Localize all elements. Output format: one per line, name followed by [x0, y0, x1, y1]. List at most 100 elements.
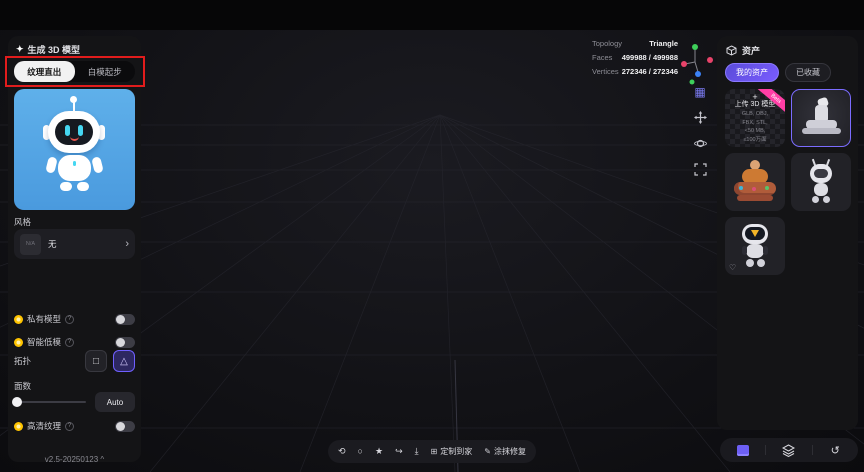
orbit-icon[interactable] [693, 136, 708, 151]
coin-icon [14, 421, 23, 431]
help-icon[interactable]: ? [65, 421, 75, 431]
layers-icon[interactable] [782, 443, 796, 457]
box-glyph [736, 444, 749, 456]
reference-image[interactable] [14, 89, 135, 210]
favorite-heart-icon[interactable]: ♡ [729, 263, 736, 272]
assets-box-icon[interactable] [736, 443, 750, 457]
stat-topology: Topology Triangle [592, 39, 678, 48]
thumb-shape [739, 186, 743, 190]
toggle-knob [116, 314, 125, 324]
fullscreen-icon[interactable] [693, 162, 708, 177]
asset-thumbnail-selected[interactable] [791, 89, 851, 147]
smart-lowpoly-label: 智能低模 [27, 337, 62, 347]
inpaint-repair-button[interactable]: ✎ 涂抹修复 [484, 446, 526, 457]
style-section-label: 风格 [14, 217, 32, 227]
style-thumbnail: N/A [20, 233, 41, 255]
thumb-shape [742, 246, 747, 255]
top-bar [0, 0, 864, 30]
tab-texture-direct[interactable]: 纹理直出 [14, 61, 75, 82]
model-stats: Topology Triangle Faces 499988 / 499988 … [592, 39, 678, 81]
move-icon[interactable] [693, 110, 708, 125]
panel-title-text: 生成 3D 模型 [27, 45, 81, 55]
upload-model-tile[interactable]: + 上传 3D 模型 GLB, OBJ, FBX, STL, <50 MB, ≤… [725, 89, 785, 147]
private-model-toggle[interactable] [115, 313, 135, 325]
robot-arm [91, 156, 104, 174]
history-icon[interactable]: ↺ [828, 443, 842, 457]
stat-value: 272346 / 272346 [621, 67, 678, 76]
divider [811, 445, 813, 455]
assets-title-text: 资产 [742, 46, 761, 56]
version-text: v2.5-20250123 [44, 455, 99, 464]
thumb-shape [765, 186, 769, 190]
tab-white-model[interactable]: 白模起步 [75, 61, 136, 82]
tab-favorites[interactable]: 已收藏 [785, 63, 831, 82]
face-count-slider[interactable] [12, 397, 86, 407]
plus-icon: + [752, 92, 758, 102]
wireframe-icon[interactable]: ○ [358, 447, 363, 456]
asset-thumbnail-visor-robot[interactable]: ♡ [725, 217, 785, 275]
upload-formats-2: FBX, STL, [742, 119, 768, 126]
favorite-star-icon[interactable]: ★ [375, 447, 383, 456]
stat-label: Faces [592, 53, 613, 62]
help-icon[interactable]: ? [65, 337, 75, 347]
generation-panel: ✦ 生成 3D 模型 纹理直出 白模起步 风格 N/A 无 › 私有模型 ? 智… [5, 36, 145, 464]
thumb-shape [814, 169, 828, 178]
style-selector[interactable]: N/A 无 › [14, 229, 135, 259]
upload-formats-1: GLB, OBJ, [741, 111, 769, 117]
version-selector[interactable]: v2.5-20250123 ^ [8, 455, 141, 464]
download-icon[interactable]: ⤓ [415, 447, 419, 456]
slider-handle[interactable] [12, 397, 22, 407]
topology-label: 拓扑 [14, 356, 32, 366]
mode-tabs: 纹理直出 白模起步 [14, 61, 135, 82]
grid-snap-icon[interactable]: ▦ [693, 84, 708, 99]
thumb-shape [746, 244, 764, 258]
assets-panel: 资产 我的资产 已收藏 + 上传 3D 模型 GLB, OBJ, FBX, ST… [717, 36, 858, 430]
stat-faces: Faces 499988 / 499988 [592, 53, 678, 62]
chevron-up-icon: ^ [100, 455, 105, 464]
orientation-gizmo[interactable] [678, 36, 714, 88]
viewport-side-toolbar: ▦ [690, 84, 710, 177]
thumb-shape [823, 196, 830, 203]
stat-vertices: Vertices 272346 / 272346 [592, 67, 678, 76]
custom-print-label: 定制到家 [440, 447, 473, 456]
coin-icon [14, 337, 23, 347]
share-icon[interactable]: ↪ [395, 447, 403, 456]
upload-face-limit: ≤100万面 [743, 136, 767, 143]
gift-box-icon: ⊞ [430, 447, 438, 456]
app-window: Topology Triangle Faces 499988 / 499988 … [0, 0, 864, 472]
help-icon[interactable]: ? [65, 314, 75, 324]
hd-texture-row: 高清纹理 ? [14, 419, 135, 433]
box-icon [726, 45, 737, 56]
topology-quad-button[interactable]: □ [85, 350, 107, 372]
thumb-shape [802, 128, 841, 134]
upload-size-limit: <50 MB, [744, 128, 766, 134]
coin-icon [14, 314, 23, 324]
toggle-knob [116, 421, 125, 431]
robot-foot [77, 182, 89, 191]
topology-triangle-button[interactable]: △ [113, 350, 135, 372]
thumb-shape [746, 259, 754, 267]
tab-my-assets[interactable]: 我的资产 [725, 63, 779, 82]
auto-button[interactable]: Auto [95, 392, 135, 412]
asset-thumbnail-buddha[interactable] [725, 153, 785, 211]
hd-texture-toggle[interactable] [115, 420, 135, 432]
private-model-label: 私有模型 [27, 314, 62, 324]
assets-bottom-toolbar: ↺ [720, 438, 858, 462]
hd-texture-label: 高清纹理 [27, 421, 62, 431]
stat-label: Topology [592, 39, 623, 48]
smart-lowpoly-toggle[interactable] [115, 336, 135, 348]
robot-face [55, 119, 93, 145]
robot-antenna-ball [70, 96, 77, 103]
robot-body [58, 155, 91, 181]
custom-print-button[interactable]: ⊞ 定制到家 [431, 446, 473, 457]
turntable-icon[interactable]: ⟲ [338, 447, 346, 456]
asset-thumbnail-robot[interactable] [791, 153, 851, 211]
inpaint-repair-label: 涂抹修复 [494, 447, 526, 456]
stat-label: Vertices [592, 67, 619, 76]
robot-foot [60, 182, 72, 191]
assets-title: 资产 [726, 44, 760, 57]
smart-lowpoly-row: 智能低模 ? [14, 335, 135, 349]
thumb-shape [752, 187, 756, 191]
toggle-knob [116, 337, 125, 347]
face-count-label: 面数 [14, 381, 32, 391]
